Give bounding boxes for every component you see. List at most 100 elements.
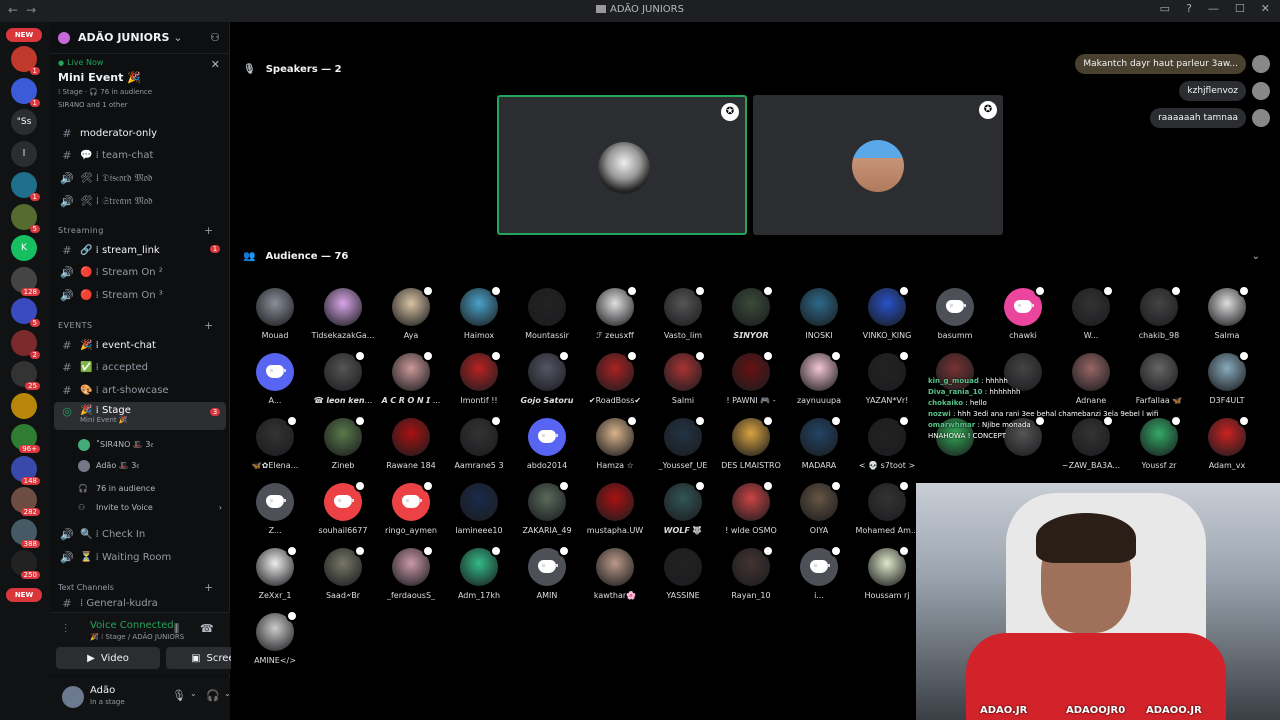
- server-icon[interactable]: 128: [11, 266, 40, 296]
- server-icon[interactable]: 1: [11, 46, 40, 75]
- inbox-icon[interactable]: ▭: [1160, 2, 1170, 15]
- audience-member[interactable]: lamineee10: [445, 483, 513, 543]
- audience-member[interactable]: ringo_aymen: [377, 480, 445, 543]
- stage-member[interactable]: ˚SIR4NO 🎩 3𝔢: [78, 436, 154, 454]
- audience-member[interactable]: 🦋✿Elena...: [241, 415, 309, 478]
- audience-member[interactable]: 𝙒𝙊𝙇𝙁 🐺: [649, 480, 717, 543]
- audience-member[interactable]: ! PAWNI 🎮 -: [717, 350, 785, 413]
- audience-member[interactable]: Imontif !!: [445, 350, 513, 413]
- add-channel-icon[interactable]: +: [204, 581, 213, 594]
- audience-member[interactable]: Aamrane5 3: [445, 415, 513, 478]
- server-icon[interactable]: "Ss: [11, 109, 37, 135]
- video-button[interactable]: ▶ Video: [56, 647, 160, 669]
- signal-icon[interactable]: ⫶: [64, 622, 67, 637]
- audience-member[interactable]: souhail6677: [309, 480, 377, 543]
- audience-member[interactable]: Hamza ☆: [581, 415, 649, 478]
- audience-member[interactable]: ZeXxr_1: [241, 545, 309, 608]
- audience-member[interactable]: ℱ zeusxff: [581, 285, 649, 348]
- audience-member[interactable]: OIYA: [785, 480, 853, 543]
- channel-item[interactable]: 🔊 🔴 ⁞ Stream On ³: [54, 285, 226, 305]
- channel-item[interactable]: # moderator-only: [54, 123, 226, 143]
- channel-item[interactable]: 🔊 ⏳ ⁞ Waiting Room: [54, 547, 226, 567]
- disconnect-icon[interactable]: ☎: [200, 622, 214, 635]
- add-channel-icon[interactable]: +: [204, 224, 214, 237]
- close-icon[interactable]: ✕: [211, 58, 220, 71]
- audience-member[interactable]: 𝙂𝙤𝙟𝙤 𝙎𝙖𝙩𝙤𝙧𝙪: [513, 350, 581, 413]
- collapse-chevron-icon[interactable]: ⌄: [1252, 251, 1260, 262]
- audience-member[interactable]: basumm: [921, 288, 989, 348]
- server-icon[interactable]: 282: [11, 487, 40, 516]
- audience-member[interactable]: chawki: [989, 285, 1057, 348]
- channel-item[interactable]: # 🎉 ⁞ event-chat: [54, 335, 226, 355]
- audience-member[interactable]: YASSINE: [649, 548, 717, 608]
- server-icon[interactable]: 5: [11, 298, 40, 327]
- audience-member[interactable]: Houssam rj: [853, 545, 921, 608]
- add-channel-icon[interactable]: +: [204, 319, 214, 332]
- audience-member[interactable]: Vasto_lim: [649, 285, 717, 348]
- audience-member[interactable]: DES LMAISTRO: [717, 415, 785, 478]
- audience-member[interactable]: INOSKI: [785, 288, 853, 348]
- audience-member[interactable]: MADARA: [785, 415, 853, 478]
- audience-member[interactable]: Saad🗲Br: [309, 545, 377, 608]
- audience-member[interactable]: kawthar🌸: [581, 548, 649, 608]
- user-name[interactable]: Adão: [90, 685, 115, 696]
- server-icon[interactable]: [11, 392, 37, 419]
- audience-member[interactable]: Salmi: [649, 350, 717, 413]
- maximize-icon[interactable]: ☐: [1235, 2, 1245, 15]
- audience-member[interactable]: Mohamed Am...: [853, 480, 921, 543]
- audience-member[interactable]: mustapha.UW: [581, 483, 649, 543]
- category-text-channels[interactable]: Text Channels +: [58, 581, 213, 594]
- audience-member[interactable]: ! wlde OSMO: [717, 480, 785, 543]
- headphones-icon[interactable]: 🎧: [206, 689, 220, 702]
- audience-member[interactable]: ZAKARIA_49: [513, 480, 581, 543]
- audience-member[interactable]: _Youssef_UE: [649, 415, 717, 478]
- audience-member[interactable]: Z...: [241, 483, 309, 543]
- audience-member[interactable]: 𝙎𝙄𝙉𝙔𝙊𝙍: [717, 285, 785, 348]
- audience-member[interactable]: D3F4ULT: [1193, 350, 1261, 413]
- speaker-tile[interactable]: ✪: [753, 95, 1003, 235]
- audience-member[interactable]: 𝘼 𝘾 𝙍 𝙊 𝙉 𝙄 ...: [377, 350, 445, 413]
- audience-member[interactable]: Adm_17kh: [445, 545, 513, 608]
- channel-item[interactable]: # ✅ ⁞ accepted: [54, 358, 226, 378]
- audience-member[interactable]: Mouad: [241, 288, 309, 348]
- category-streaming[interactable]: Streaming +: [58, 224, 213, 237]
- audience-member[interactable]: YAZAN*Vr!: [853, 350, 921, 413]
- audience-member[interactable]: ✔RoadBoss✔: [581, 350, 649, 413]
- stage-audience-count[interactable]: 🎧 76 in audience: [78, 479, 155, 497]
- category-events[interactable]: EVENTS +: [58, 319, 213, 332]
- channel-item[interactable]: # ⁞ General-kudra: [54, 596, 226, 610]
- channel-item[interactable]: # 🔗 ⁞ stream_link 1: [54, 240, 226, 260]
- audience-member[interactable]: abdo2014: [513, 418, 581, 478]
- close-window-icon[interactable]: ✕: [1261, 2, 1270, 15]
- chevron-down-icon[interactable]: ⌄: [190, 689, 197, 698]
- stage-channel[interactable]: ◎ 🎉 ⁞ Stage Mini Event 🎉 3: [54, 402, 226, 430]
- audience-member[interactable]: chakib_98: [1125, 285, 1193, 348]
- noise-suppression-icon[interactable]: ⫼: [174, 622, 179, 636]
- help-icon[interactable]: ?: [1186, 2, 1192, 15]
- audience-member[interactable]: AMIN: [513, 545, 581, 608]
- server-icon[interactable]: 2: [11, 329, 40, 359]
- server-icon[interactable]: K: [11, 235, 37, 261]
- audience-member[interactable]: Salma: [1193, 285, 1261, 348]
- audience-member[interactable]: < 💀 s7toot >: [853, 415, 921, 478]
- server-icon[interactable]: 388: [11, 518, 40, 548]
- server-icon[interactable]: l: [11, 140, 37, 167]
- live-event-card[interactable]: Live Now Mini Event 🎉 ⁞ Stage · 🎧 76 in …: [58, 58, 224, 116]
- add-member-icon[interactable]: ⚇: [210, 31, 220, 44]
- channel-item[interactable]: 🔊 🔍 ⁞ Check In: [54, 524, 226, 544]
- audience-member[interactable]: TidsekazakGa...: [309, 288, 377, 348]
- minimize-icon[interactable]: —: [1208, 2, 1219, 15]
- voice-location[interactable]: 🎉 ⁞ Stage / ADÃO JUNIORS: [90, 633, 184, 641]
- stage-member[interactable]: Adão 🎩 3𝔢: [78, 457, 139, 475]
- speaker-tile[interactable]: ✪: [497, 95, 747, 235]
- channel-item[interactable]: 🔊 🛠 ⁞ 𝔇𝔦𝔰𝔠𝔬𝔯𝔡 𝔐𝔬𝔡: [54, 168, 226, 188]
- audience-member[interactable]: Mountassir: [513, 288, 581, 348]
- server-header[interactable]: ADÃO JUNIORS ⌄ ⚇: [50, 22, 230, 54]
- channel-item[interactable]: 🔊 🛠 ⁞ 𝔖𝔱𝔯𝔢𝔞𝔪 𝔐𝔬𝔡: [54, 191, 226, 211]
- audience-member[interactable]: Rayan_10: [717, 545, 785, 608]
- audience-member[interactable]: _ferdaousS_: [377, 545, 445, 608]
- audience-member[interactable]: VINKO_KING: [853, 285, 921, 348]
- server-icon[interactable]: 5: [11, 203, 40, 233]
- audience-member[interactable]: Aya: [377, 285, 445, 348]
- audience-member[interactable]: Rawane 184: [377, 418, 445, 478]
